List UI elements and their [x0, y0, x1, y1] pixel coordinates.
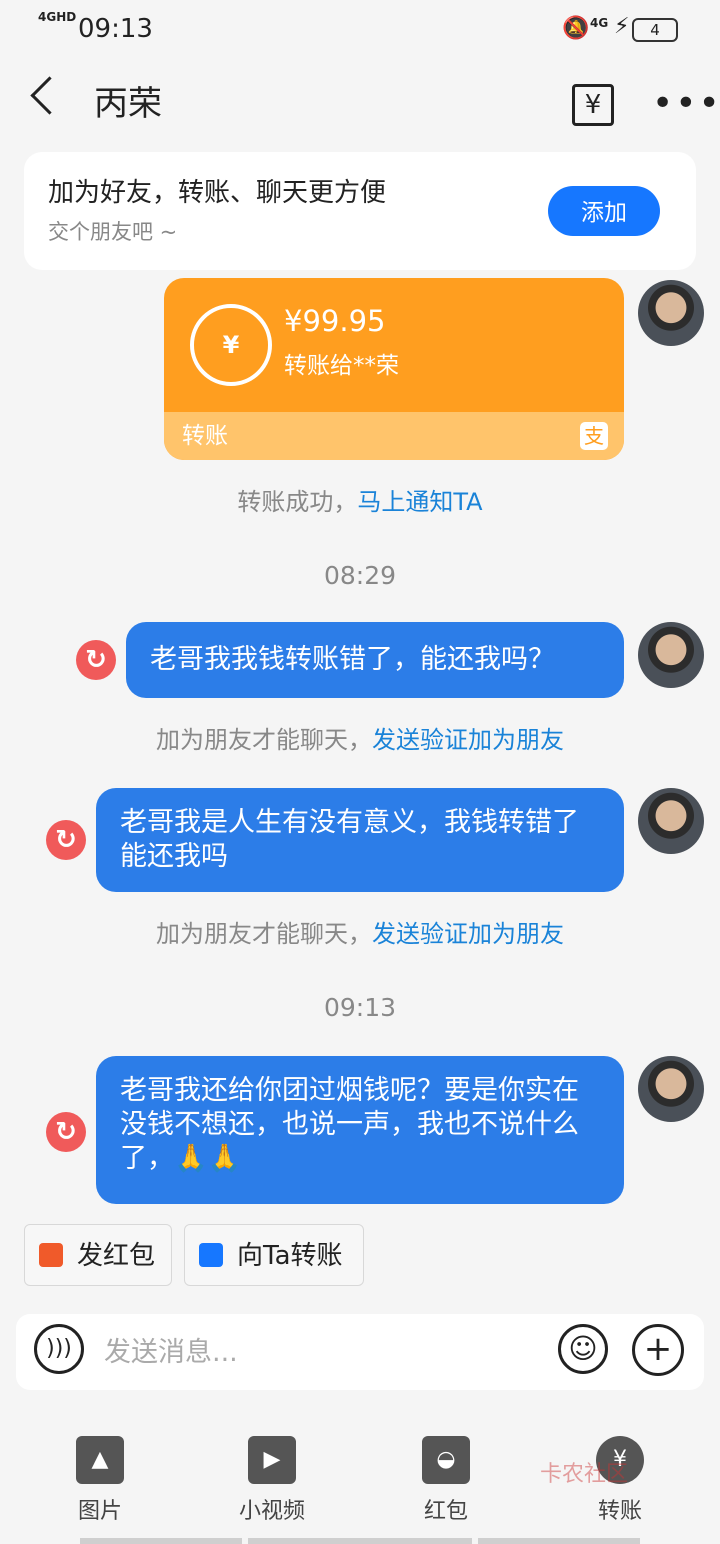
alipay-icon: 支: [580, 422, 608, 450]
transfer-record-icon[interactable]: ¥: [572, 84, 614, 126]
avatar[interactable]: [638, 280, 704, 346]
message-bubble[interactable]: 老哥我还给你团过烟钱呢？要是你实在没钱不想还，也说一声，我也不说什么了，🙏🙏: [96, 1056, 624, 1204]
notify-link[interactable]: 马上通知TA: [357, 488, 482, 516]
transfer-to-ta-chip[interactable]: 向Ta转账: [184, 1224, 364, 1286]
tool-video[interactable]: ▶ 小视频: [212, 1436, 332, 1526]
charging-icon: ⚡: [614, 14, 630, 39]
timestamp: 08:29: [323, 561, 397, 590]
status-time: 09:13: [78, 14, 153, 44]
bottom-indicator: [80, 1538, 242, 1544]
red-packet-tool-icon: ◒: [422, 1436, 470, 1484]
friend-required-notice: 加为朋友才能聊天，发送验证加为朋友: [156, 920, 564, 948]
message-input[interactable]: [102, 1328, 546, 1376]
bottom-indicator: [248, 1538, 472, 1544]
avatar[interactable]: [638, 622, 704, 688]
tool-image[interactable]: ▲ 图片: [40, 1436, 160, 1526]
resend-icon[interactable]: [46, 820, 86, 860]
chat-title: 丙荣: [94, 84, 162, 124]
transfer-recipient: 转账给**荣: [284, 353, 399, 379]
bottom-indicator: [478, 1538, 640, 1544]
message-bubble[interactable]: 老哥我是人生有没有意义，我钱转错了能还我吗: [96, 788, 624, 892]
battery-indicator: 4: [632, 18, 678, 42]
resend-icon[interactable]: [76, 640, 116, 680]
video-icon: ▶: [248, 1436, 296, 1484]
mute-icon: 🔕: [562, 16, 590, 41]
message-bubble[interactable]: 老哥我我钱转账错了，能还我吗？: [126, 622, 624, 698]
send-red-packet-chip[interactable]: 发红包: [24, 1224, 172, 1286]
add-friend-card: 加为好友，转账、聊天更方便 交个朋友吧 ~ 添加: [24, 152, 696, 270]
plus-icon[interactable]: +: [632, 1324, 684, 1376]
image-icon: ▲: [76, 1436, 124, 1484]
transfer-amount: ¥99.95: [284, 304, 386, 338]
transfer-small-icon: [199, 1243, 223, 1267]
transfer-card[interactable]: ¥ ¥99.95 转账给**荣 转账 支: [164, 278, 624, 460]
input-bar: ))) ☺ +: [16, 1314, 704, 1390]
status-bar: 4GHD 09:13 🔕 4G ⚡ 4: [0, 0, 720, 58]
back-icon[interactable]: [30, 76, 69, 115]
signal-label: 4G: [590, 16, 609, 30]
transfer-card-label: 转账: [182, 423, 228, 449]
add-friend-button[interactable]: 添加: [548, 186, 660, 236]
watermark-logo: 卡农社区: [540, 1462, 629, 1487]
timestamp: 09:13: [323, 993, 397, 1022]
emoji-icon[interactable]: ☺: [558, 1324, 608, 1374]
add-friend-subtitle: 交个朋友吧 ~: [48, 220, 178, 244]
avatar[interactable]: [638, 1056, 704, 1122]
transfer-icon: ¥: [190, 304, 272, 386]
tool-red-packet[interactable]: ◒ 红包: [386, 1436, 506, 1526]
add-friend-title: 加为好友，转账、聊天更方便: [48, 178, 387, 208]
friend-required-notice: 加为朋友才能聊天，发送验证加为朋友: [156, 726, 564, 754]
verify-friend-link[interactable]: 发送验证加为朋友: [372, 726, 564, 754]
network-indicator: 4GHD: [38, 10, 77, 24]
resend-icon[interactable]: [46, 1112, 86, 1152]
transfer-card-footer: 转账 支: [164, 412, 624, 460]
red-packet-icon: [39, 1243, 63, 1267]
more-icon[interactable]: •••: [652, 84, 720, 124]
verify-friend-link[interactable]: 发送验证加为朋友: [372, 920, 564, 948]
voice-icon[interactable]: ))): [34, 1324, 84, 1374]
avatar[interactable]: [638, 788, 704, 854]
transfer-success-notice: 转账成功，马上通知TA: [237, 488, 483, 516]
